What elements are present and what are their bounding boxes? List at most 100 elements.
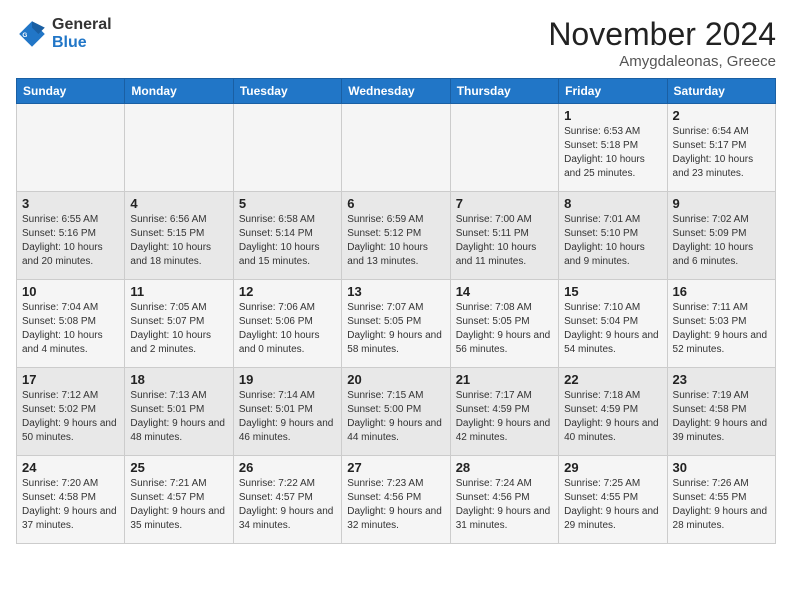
cell-content: Sunrise: 7:19 AM Sunset: 4:58 PM Dayligh… bbox=[673, 389, 770, 445]
calendar-week-2: 3 Sunrise: 6:55 AM Sunset: 5:16 PM Daylig… bbox=[17, 192, 776, 280]
cell-content: Sunrise: 7:08 AM Sunset: 5:05 PM Dayligh… bbox=[456, 301, 553, 357]
calendar-cell: 4 Sunrise: 6:56 AM Sunset: 5:15 PM Daylig… bbox=[125, 192, 233, 280]
day-number: 28 bbox=[456, 460, 553, 475]
cell-content: Sunrise: 7:20 AM Sunset: 4:58 PM Dayligh… bbox=[22, 477, 119, 533]
day-number: 22 bbox=[564, 372, 661, 387]
cell-content: Sunrise: 7:02 AM Sunset: 5:09 PM Dayligh… bbox=[673, 213, 770, 269]
calendar-cell: 25Sunrise: 7:21 AM Sunset: 4:57 PM Dayli… bbox=[125, 456, 233, 544]
day-number: 11 bbox=[130, 284, 227, 299]
day-number: 3 bbox=[22, 196, 119, 211]
calendar-cell: 1 Sunrise: 6:53 AM Sunset: 5:18 PM Daylig… bbox=[559, 104, 667, 192]
cell-content: Sunrise: 7:11 AM Sunset: 5:03 PM Dayligh… bbox=[673, 301, 770, 357]
cell-content: Sunrise: 7:22 AM Sunset: 4:57 PM Dayligh… bbox=[239, 477, 336, 533]
day-number: 1 bbox=[564, 108, 661, 123]
day-number: 24 bbox=[22, 460, 119, 475]
day-number: 21 bbox=[456, 372, 553, 387]
weekday-header-wednesday: Wednesday bbox=[342, 79, 450, 104]
calendar-cell: 26Sunrise: 7:22 AM Sunset: 4:57 PM Dayli… bbox=[233, 456, 341, 544]
weekday-header-row: SundayMondayTuesdayWednesdayThursdayFrid… bbox=[17, 79, 776, 104]
day-number: 15 bbox=[564, 284, 661, 299]
calendar-cell: 9Sunrise: 7:02 AM Sunset: 5:09 PM Daylig… bbox=[667, 192, 775, 280]
calendar-table: SundayMondayTuesdayWednesdayThursdayFrid… bbox=[16, 78, 776, 544]
calendar-cell: 18 Sunrise: 7:13 AM Sunset: 5:01 PM Dayli… bbox=[125, 368, 233, 456]
weekday-header-saturday: Saturday bbox=[667, 79, 775, 104]
cell-content: Sunrise: 7:13 AM Sunset: 5:01 PM Dayligh… bbox=[130, 389, 227, 445]
svg-text:G: G bbox=[22, 32, 27, 39]
day-number: 4 bbox=[130, 196, 227, 211]
day-number: 8 bbox=[564, 196, 661, 211]
calendar-cell: 14 Sunrise: 7:08 AM Sunset: 5:05 PM Dayli… bbox=[450, 280, 558, 368]
cell-content: Sunrise: 7:18 AM Sunset: 4:59 PM Dayligh… bbox=[564, 389, 661, 445]
calendar-week-3: 10 Sunrise: 7:04 AM Sunset: 5:08 PM Dayli… bbox=[17, 280, 776, 368]
cell-content: Sunrise: 6:56 AM Sunset: 5:15 PM Dayligh… bbox=[130, 213, 227, 269]
logo-text: General Blue bbox=[52, 16, 112, 51]
day-number: 13 bbox=[347, 284, 444, 299]
cell-content: Sunrise: 7:14 AM Sunset: 5:01 PM Dayligh… bbox=[239, 389, 336, 445]
calendar-cell bbox=[17, 104, 125, 192]
cell-content: Sunrise: 7:23 AM Sunset: 4:56 PM Dayligh… bbox=[347, 477, 444, 533]
day-number: 30 bbox=[673, 460, 770, 475]
calendar-cell: 6Sunrise: 6:59 AM Sunset: 5:12 PM Daylig… bbox=[342, 192, 450, 280]
location-subtitle: Amygdaleonas, Greece bbox=[548, 53, 776, 70]
calendar-cell bbox=[342, 104, 450, 192]
calendar-week-1: 1 Sunrise: 6:53 AM Sunset: 5:18 PM Daylig… bbox=[17, 104, 776, 192]
cell-content: Sunrise: 7:15 AM Sunset: 5:00 PM Dayligh… bbox=[347, 389, 444, 445]
calendar-cell: 17 Sunrise: 7:12 AM Sunset: 5:02 PM Dayli… bbox=[17, 368, 125, 456]
logo: G General Blue bbox=[16, 16, 112, 51]
day-number: 14 bbox=[456, 284, 553, 299]
cell-content: Sunrise: 7:25 AM Sunset: 4:55 PM Dayligh… bbox=[564, 477, 661, 533]
calendar-cell bbox=[450, 104, 558, 192]
day-number: 6 bbox=[347, 196, 444, 211]
calendar-cell: 28 Sunrise: 7:24 AM Sunset: 4:56 PM Dayli… bbox=[450, 456, 558, 544]
calendar-cell: 10 Sunrise: 7:04 AM Sunset: 5:08 PM Dayli… bbox=[17, 280, 125, 368]
cell-content: Sunrise: 7:06 AM Sunset: 5:06 PM Dayligh… bbox=[239, 301, 336, 357]
day-number: 27 bbox=[347, 460, 444, 475]
day-number: 12 bbox=[239, 284, 336, 299]
cell-content: Sunrise: 7:17 AM Sunset: 4:59 PM Dayligh… bbox=[456, 389, 553, 445]
cell-content: Sunrise: 7:01 AM Sunset: 5:10 PM Dayligh… bbox=[564, 213, 661, 269]
day-number: 17 bbox=[22, 372, 119, 387]
weekday-header-thursday: Thursday bbox=[450, 79, 558, 104]
day-number: 7 bbox=[456, 196, 553, 211]
cell-content: Sunrise: 7:07 AM Sunset: 5:05 PM Dayligh… bbox=[347, 301, 444, 357]
day-number: 23 bbox=[673, 372, 770, 387]
calendar-cell: 5 Sunrise: 6:58 AM Sunset: 5:14 PM Daylig… bbox=[233, 192, 341, 280]
day-number: 29 bbox=[564, 460, 661, 475]
day-number: 18 bbox=[130, 372, 227, 387]
calendar-header: SundayMondayTuesdayWednesdayThursdayFrid… bbox=[17, 79, 776, 104]
day-number: 20 bbox=[347, 372, 444, 387]
calendar-cell: 8 Sunrise: 7:01 AM Sunset: 5:10 PM Daylig… bbox=[559, 192, 667, 280]
calendar-cell: 20 Sunrise: 7:15 AM Sunset: 5:00 PM Dayli… bbox=[342, 368, 450, 456]
day-number: 5 bbox=[239, 196, 336, 211]
logo-icon: G bbox=[16, 18, 48, 50]
cell-content: Sunrise: 6:54 AM Sunset: 5:17 PM Dayligh… bbox=[673, 125, 770, 181]
cell-content: Sunrise: 6:55 AM Sunset: 5:16 PM Dayligh… bbox=[22, 213, 119, 269]
month-title: November 2024 bbox=[548, 16, 776, 53]
calendar-cell bbox=[125, 104, 233, 192]
weekday-header-tuesday: Tuesday bbox=[233, 79, 341, 104]
calendar-cell: 27 Sunrise: 7:23 AM Sunset: 4:56 PM Dayli… bbox=[342, 456, 450, 544]
day-number: 2 bbox=[673, 108, 770, 123]
calendar-week-5: 24 Sunrise: 7:20 AM Sunset: 4:58 PM Dayli… bbox=[17, 456, 776, 544]
cell-content: Sunrise: 7:26 AM Sunset: 4:55 PM Dayligh… bbox=[673, 477, 770, 533]
calendar-cell: 12 Sunrise: 7:06 AM Sunset: 5:06 PM Dayli… bbox=[233, 280, 341, 368]
cell-content: Sunrise: 7:05 AM Sunset: 5:07 PM Dayligh… bbox=[130, 301, 227, 357]
calendar-cell: 22 Sunrise: 7:18 AM Sunset: 4:59 PM Dayli… bbox=[559, 368, 667, 456]
calendar-cell: 21 Sunrise: 7:17 AM Sunset: 4:59 PM Dayli… bbox=[450, 368, 558, 456]
cell-content: Sunrise: 6:58 AM Sunset: 5:14 PM Dayligh… bbox=[239, 213, 336, 269]
weekday-header-sunday: Sunday bbox=[17, 79, 125, 104]
calendar-cell: 19 Sunrise: 7:14 AM Sunset: 5:01 PM Dayli… bbox=[233, 368, 341, 456]
cell-content: Sunrise: 7:24 AM Sunset: 4:56 PM Dayligh… bbox=[456, 477, 553, 533]
day-number: 19 bbox=[239, 372, 336, 387]
day-number: 10 bbox=[22, 284, 119, 299]
calendar-cell: 7Sunrise: 7:00 AM Sunset: 5:11 PM Daylig… bbox=[450, 192, 558, 280]
calendar-cell bbox=[233, 104, 341, 192]
cell-content: Sunrise: 7:04 AM Sunset: 5:08 PM Dayligh… bbox=[22, 301, 119, 357]
calendar-cell: 29 Sunrise: 7:25 AM Sunset: 4:55 PM Dayli… bbox=[559, 456, 667, 544]
page-header: G General Blue November 2024 Amygdaleona… bbox=[16, 16, 776, 70]
cell-content: Sunrise: 6:53 AM Sunset: 5:18 PM Dayligh… bbox=[564, 125, 661, 181]
weekday-header-monday: Monday bbox=[125, 79, 233, 104]
title-block: November 2024 Amygdaleonas, Greece bbox=[548, 16, 776, 70]
cell-content: Sunrise: 7:10 AM Sunset: 5:04 PM Dayligh… bbox=[564, 301, 661, 357]
cell-content: Sunrise: 7:12 AM Sunset: 5:02 PM Dayligh… bbox=[22, 389, 119, 445]
